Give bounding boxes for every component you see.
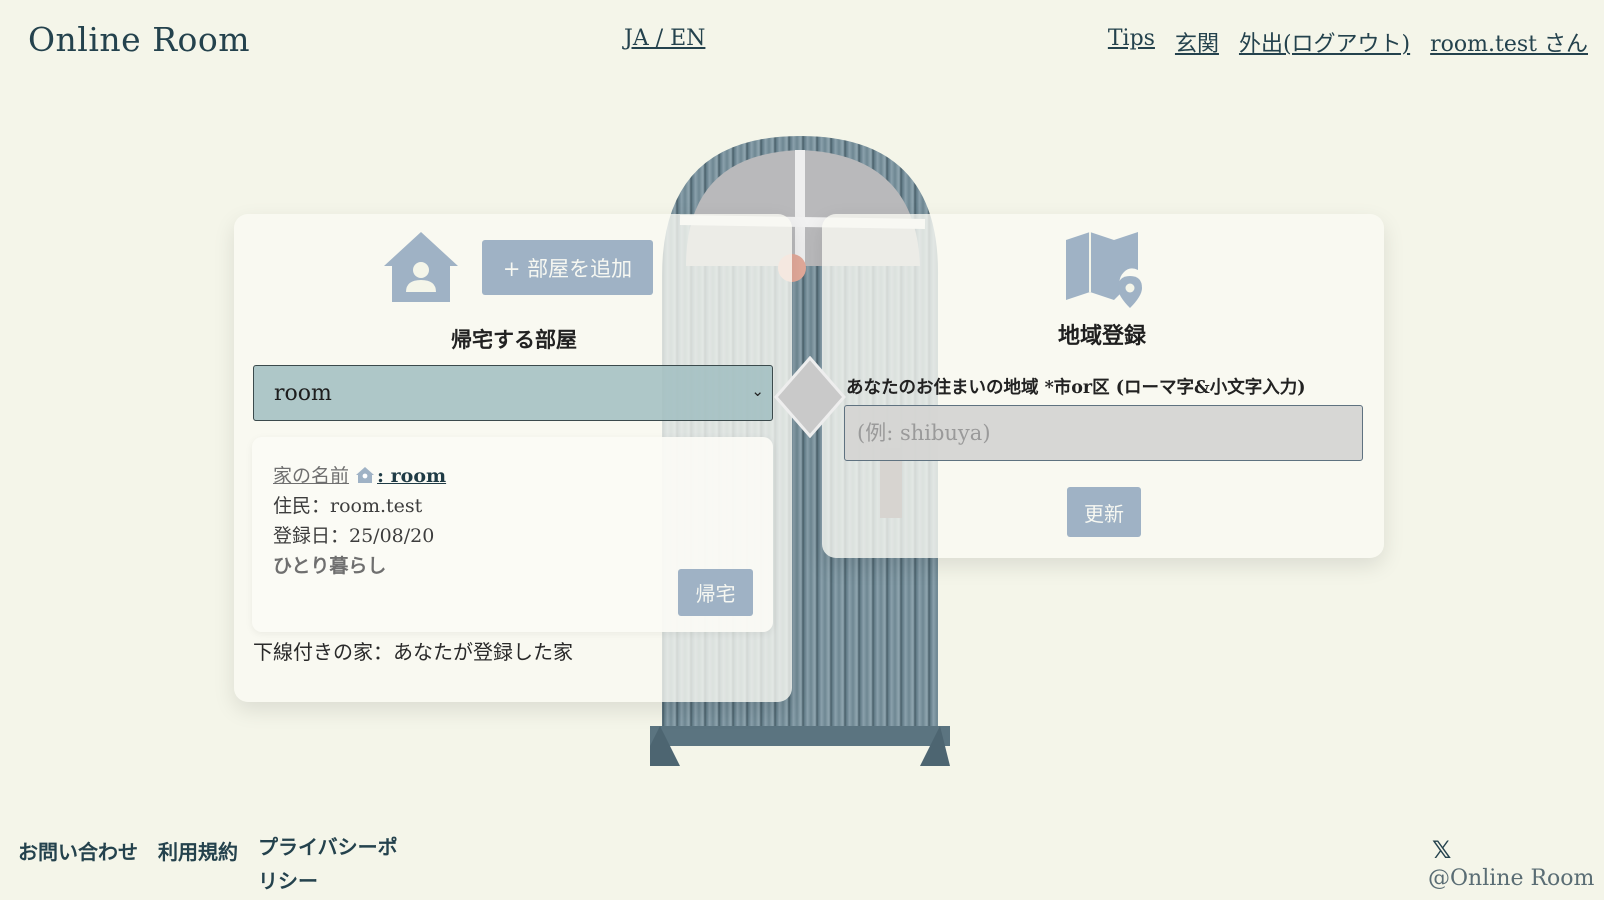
room-info-card: 家の名前 : room 住民：room.test 登録日：25/08/20 ひとり…	[252, 437, 773, 632]
home-icon	[384, 232, 458, 302]
region-input[interactable]	[844, 405, 1363, 461]
nav-entrance[interactable]: 玄関	[1175, 26, 1219, 58]
nav-user[interactable]: room.test さん	[1430, 26, 1588, 58]
nav-tips[interactable]: Tips	[1108, 26, 1155, 58]
room-name-label: 家の名前	[273, 465, 350, 487]
update-button[interactable]: 更新	[1067, 487, 1141, 537]
x-handle[interactable]: @Online Room	[1428, 866, 1594, 891]
registered-date: 登録日：25/08/20	[273, 525, 435, 547]
footer-contact[interactable]: お問い合わせ	[18, 836, 138, 898]
map-pin-icon	[1066, 232, 1142, 308]
room-select-value: room	[274, 380, 332, 406]
region-title: 地域登録	[1057, 323, 1146, 349]
x-logo-icon[interactable]: 𝕏	[1432, 836, 1451, 864]
room-name-value: : room	[377, 465, 447, 487]
door-knob	[774, 356, 846, 438]
language-toggle[interactable]: JA / EN	[624, 26, 705, 51]
return-room-title: 帰宅する部屋	[451, 327, 577, 352]
underline-legend: 下線付きの家：あなたが登録した家	[253, 640, 573, 664]
go-home-button[interactable]: 帰宅	[678, 569, 753, 616]
top-nav: Tips 玄関 外出(ログアウト) room.test さん	[1108, 26, 1588, 58]
region-field-label: あなたのお住まいの地域 *市or区 (ローマ字&小文字入力)	[846, 378, 1306, 398]
chevron-down-icon: ⌄	[751, 382, 764, 400]
footer-links: お問い合わせ 利用規約 プライバシーポリシー	[18, 835, 398, 898]
home-small-icon	[356, 467, 375, 483]
nav-logout[interactable]: 外出(ログアウト)	[1239, 26, 1410, 58]
add-room-button[interactable]: + 部屋を追加	[482, 240, 653, 295]
site-logo[interactable]: Online Room	[28, 20, 250, 59]
room-name-line[interactable]: 家の名前 : room	[273, 461, 446, 488]
footer-privacy[interactable]: プライバシーポリシー	[258, 830, 398, 898]
footer-terms[interactable]: 利用規約	[158, 836, 238, 898]
living-status: ひとり暮らし	[273, 555, 387, 577]
resident-text: 住民：room.test	[273, 495, 423, 517]
room-select[interactable]: room ⌄	[253, 365, 773, 421]
